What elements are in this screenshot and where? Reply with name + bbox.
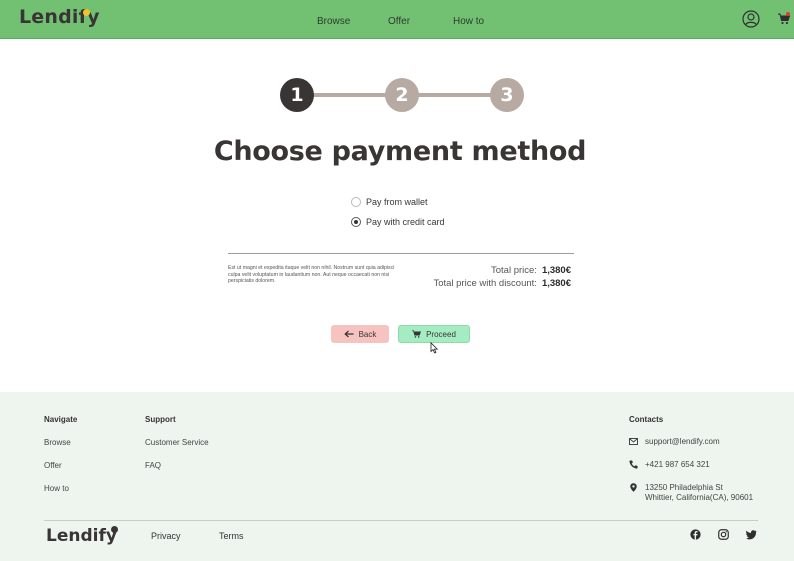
facebook-icon[interactable] xyxy=(690,529,701,540)
payment-option-credit-card[interactable]: Pay with credit card xyxy=(351,215,445,229)
contact-address-line1: 13250 Philadelphia St xyxy=(645,483,723,492)
nav-offer[interactable]: Offer xyxy=(388,16,410,27)
page-title: Choose payment method xyxy=(213,136,587,167)
proceed-button-label: Proceed xyxy=(426,329,456,339)
nav-how-to[interactable]: How to xyxy=(453,16,484,27)
user-account-icon[interactable] xyxy=(742,10,760,28)
radio-wallet[interactable] xyxy=(351,197,361,207)
payment-option-label: Pay from wallet xyxy=(366,197,428,207)
location-pin-icon xyxy=(630,483,637,492)
phone-icon xyxy=(629,460,638,469)
cart-icon xyxy=(412,330,422,338)
twitter-icon[interactable] xyxy=(746,529,757,540)
discount-price-label: Total price with discount: xyxy=(433,278,537,289)
discount-price-value: 1,380€ xyxy=(541,278,571,289)
footer-contacts-title: Contacts xyxy=(629,415,664,424)
arrow-left-icon xyxy=(343,330,354,338)
footer-logo[interactable]: Lendify xyxy=(46,526,117,546)
footer: Navigate Browse Offer How to Support Cus… xyxy=(0,392,794,561)
total-price-discount: Total price with discount: 1,380€ xyxy=(433,278,571,289)
contact-address-line2: Whittier, California(CA), 90601 xyxy=(645,493,754,502)
footer-support-title: Support xyxy=(145,415,176,424)
back-button-label: Back xyxy=(358,329,377,339)
back-button[interactable]: Back xyxy=(331,325,389,343)
instagram-icon[interactable] xyxy=(718,529,729,540)
total-price: Total price: 1,380€ xyxy=(491,265,571,276)
footer-link-terms[interactable]: Terms xyxy=(219,531,244,541)
footer-link-how-to[interactable]: How to xyxy=(44,484,69,493)
stepper-connector xyxy=(417,93,492,97)
checkout-page: Lendify Browse Offer How to 1 2 3 Choose… xyxy=(0,0,794,561)
stepper-connector xyxy=(312,93,387,97)
footer-divider xyxy=(44,520,758,521)
footer-link-faq[interactable]: FAQ xyxy=(145,461,161,470)
step-3: 3 xyxy=(490,78,524,112)
footer-link-offer[interactable]: Offer xyxy=(44,461,62,470)
payment-option-wallet[interactable]: Pay from wallet xyxy=(351,195,428,209)
footer-link-privacy[interactable]: Privacy xyxy=(151,531,181,541)
summary-description: Est ut magni et expedita itaque velit no… xyxy=(228,265,395,285)
footer-navigate-title: Navigate xyxy=(44,415,78,424)
summary-divider xyxy=(228,253,574,254)
total-price-label: Total price: xyxy=(491,265,537,276)
total-price-value: 1,380€ xyxy=(541,265,571,276)
footer-link-customer-service[interactable]: Customer Service xyxy=(145,438,209,447)
contact-phone[interactable]: +421 987 654 321 xyxy=(645,460,710,470)
payment-option-label: Pay with credit card xyxy=(366,217,445,227)
contact-email[interactable]: support@lendify.com xyxy=(645,437,720,447)
proceed-button[interactable]: Proceed xyxy=(398,325,470,343)
logo-dot xyxy=(83,9,90,16)
mail-icon xyxy=(629,437,638,446)
footer-logo-dot xyxy=(111,526,118,533)
footer-link-browse[interactable]: Browse xyxy=(44,438,71,447)
mouse-cursor-icon xyxy=(430,342,439,354)
step-1: 1 xyxy=(280,78,314,112)
cart-badge xyxy=(786,12,790,16)
radio-credit-card[interactable] xyxy=(351,217,361,227)
step-2: 2 xyxy=(385,78,419,112)
top-navbar: Lendify Browse Offer How to xyxy=(0,0,794,39)
nav-browse[interactable]: Browse xyxy=(317,16,350,27)
